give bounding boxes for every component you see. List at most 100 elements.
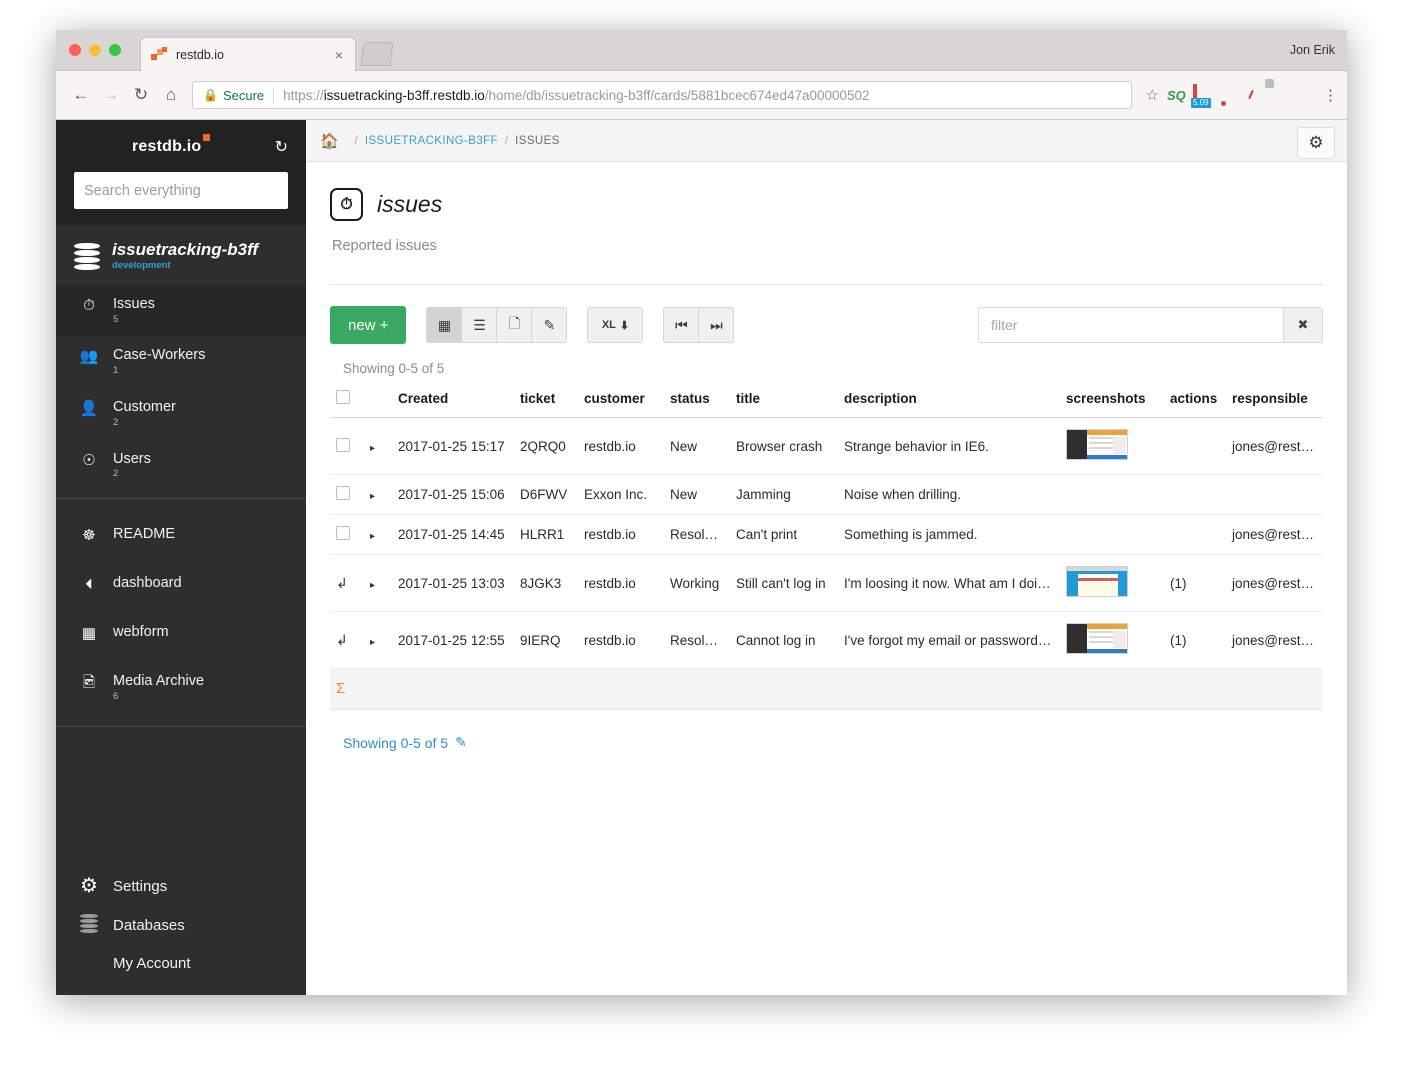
sq-icon[interactable]: SQ <box>1167 86 1186 105</box>
edit-view-button[interactable]: ✎ <box>531 307 568 343</box>
table-toolbar: new + ▦ ☰ 🗋 ✎ XL ⬇ ⏮ ⏭ filter ✖ <box>330 306 1323 344</box>
table-row[interactable]: ▸ 2017-01-25 15:06 D6FWV Exxon Inc. New … <box>330 474 1323 515</box>
filter-input[interactable] <box>978 307 1283 343</box>
browser-tab[interactable]: restdb.io × <box>140 37 356 71</box>
database-header[interactable]: issuetracking-b3ff development <box>56 225 306 285</box>
close-window-button[interactable] <box>69 44 81 56</box>
chevron-right-icon[interactable]: ▸ <box>370 491 375 502</box>
column-header-responsible[interactable]: responsible <box>1226 384 1323 418</box>
showing-count-bottom[interactable]: Showing 0-5 of 5 ✎ <box>343 734 467 751</box>
sidebar-item-case-workers[interactable]: 👥 Case-Workers 1 <box>56 336 306 388</box>
column-header-actions[interactable]: actions <box>1164 384 1226 418</box>
cell-responsible: jones@restdb.io Jonnie C <box>1226 417 1323 475</box>
gauge-icon[interactable] <box>1245 86 1264 105</box>
cell-status: Resolved <box>664 611 730 669</box>
browser-toolbar: ← → ↻ ⌂ 🔒 Secure https://issuetracking-b… <box>56 71 1347 120</box>
report-view-button[interactable]: 🗋 <box>496 307 533 343</box>
gear-icon: ⚙ <box>80 875 98 897</box>
chevron-right-icon[interactable]: ▸ <box>370 531 375 542</box>
reload-icon[interactable]: ↻ <box>126 80 156 110</box>
sidebar-item-issues[interactable]: ⏱ Issues 5 <box>56 284 306 337</box>
sidebar-item-databases[interactable]: Databases <box>56 905 306 946</box>
sidebar-item-webform[interactable]: ▦ webform <box>56 609 306 658</box>
restdb-brand[interactable]: restdb.io <box>132 134 211 156</box>
screenshot-thumbnail[interactable] <box>1066 429 1128 460</box>
minimize-window-button[interactable] <box>89 44 101 56</box>
table-row[interactable]: ▸ 2017-01-25 14:45 HLRR1 restdb.io Resol… <box>330 514 1323 555</box>
row-checkbox[interactable] <box>336 526 350 540</box>
home-icon[interactable]: ⌂ <box>156 80 186 110</box>
new-record-button[interactable]: new + <box>330 306 407 344</box>
page-header: ⏱ issues <box>330 188 1323 221</box>
refresh-icon[interactable]: ↻ <box>275 137 288 157</box>
sidebar-item-media-archive[interactable]: 🖻 Media Archive 6 <box>56 658 306 718</box>
url-text: https://issuetracking-b3ff.restdb.io/hom… <box>283 88 869 103</box>
search-input[interactable] <box>74 172 288 209</box>
sidebar-item-label: Settings <box>113 878 168 895</box>
screenshot-thumbnail[interactable] <box>1066 623 1128 654</box>
list-view-button[interactable]: ☰ <box>461 307 498 343</box>
page-settings-gear-icon[interactable]: ⚙ <box>1297 127 1335 159</box>
row-checkbox[interactable] <box>336 486 350 500</box>
row-checkbox[interactable] <box>336 437 350 452</box>
table-row[interactable]: ↳ ▸ 2017-01-25 13:03 8JGK3 restdb.io Wor… <box>330 554 1323 612</box>
back-icon[interactable]: ← <box>66 80 96 110</box>
chevron-right-icon[interactable]: ▸ <box>370 443 375 454</box>
screenshot-thumbnail[interactable] <box>1066 566 1128 597</box>
column-header-title[interactable]: title <box>730 384 838 418</box>
sidebar-item-readme[interactable]: ☸ README <box>56 511 306 560</box>
sidebar-item-dashboard[interactable]: ⏴ dashboard <box>56 560 306 609</box>
row-select-cell <box>330 514 364 555</box>
sidebar-item-settings[interactable]: ⚙ Settings <box>56 868 306 905</box>
table-row[interactable]: ▸ 2017-01-25 15:17 2QRQ0 restdb.io New B… <box>330 417 1323 475</box>
cell-screenshots <box>1060 474 1164 515</box>
color-wheel-icon[interactable] <box>1297 86 1316 105</box>
cell-customer: restdb.io <box>578 514 664 555</box>
table-view-button[interactable]: ▦ <box>426 307 463 343</box>
chevron-right-icon[interactable]: ▸ <box>370 637 375 648</box>
page-title: issues <box>377 191 443 217</box>
sidebar-item-my-account[interactable]: My Account <box>56 946 306 981</box>
close-icon[interactable]: × <box>331 48 347 62</box>
home-icon[interactable]: 🏠 <box>320 132 339 150</box>
rainbow-badge-icon[interactable]: 5.09 <box>1191 83 1212 108</box>
browser-menu-icon[interactable]: ⋮ <box>1323 88 1338 103</box>
cell-ticket: 9IERQ <box>514 611 578 669</box>
google-docs-icon[interactable] <box>1271 86 1290 105</box>
breadcrumb-item-database[interactable]: ISSUETRACKING-B3FF <box>365 135 498 147</box>
cell-ticket: 2QRQ0 <box>514 417 578 475</box>
dashboard-icon: ⏴ <box>85 576 93 594</box>
maximize-window-button[interactable] <box>109 44 121 56</box>
evernote-icon[interactable] <box>1219 86 1238 105</box>
bookmark-star-icon[interactable]: ☆ <box>1146 86 1159 104</box>
column-header-customer[interactable]: customer <box>578 384 664 418</box>
secure-label: Secure <box>222 87 265 103</box>
table-row[interactable]: ↳ ▸ 2017-01-25 12:55 9IERQ restdb.io Res… <box>330 611 1323 669</box>
chevron-right-icon[interactable]: ▸ <box>370 580 375 591</box>
export-excel-button[interactable]: XL ⬇ <box>587 307 644 343</box>
new-tab-button[interactable] <box>360 42 394 66</box>
column-header-status[interactable]: status <box>664 384 730 418</box>
first-page-button[interactable]: ⏮ <box>663 307 700 343</box>
column-header-created[interactable]: Created <box>392 384 514 418</box>
edit-pagination-icon[interactable]: ✎ <box>455 734 467 751</box>
column-header-ticket[interactable]: ticket <box>514 384 578 418</box>
clear-filter-button[interactable]: ✖ <box>1283 307 1323 343</box>
cell-created: 2017-01-25 14:45 <box>392 514 514 555</box>
last-page-button[interactable]: ⏭ <box>698 307 735 343</box>
sidebar-footer: ⚙ Settings Databases My Account <box>56 858 306 995</box>
cell-screenshots <box>1060 611 1164 669</box>
cell-actions <box>1164 417 1226 475</box>
forward-icon[interactable]: → <box>96 80 126 110</box>
sidebar-item-customer[interactable]: 👤 Customer 2 <box>56 388 306 440</box>
address-bar[interactable]: 🔒 Secure https://issuetracking-b3ff.rest… <box>192 81 1132 109</box>
column-header-description[interactable]: description <box>838 384 1060 418</box>
column-header-screenshots[interactable]: screenshots <box>1060 384 1164 418</box>
chrome-profile-label[interactable]: Jon Erik <box>1290 43 1335 57</box>
sidebar: restdb.io ↻ issuetracking-b3ff developme… <box>56 120 306 995</box>
window-controls[interactable] <box>69 44 121 56</box>
export-button-group: XL ⬇ <box>587 307 644 343</box>
sidebar-item-users[interactable]: ☉ Users 2 <box>56 440 306 499</box>
sum-icon[interactable]: Σ <box>336 680 345 697</box>
select-all-checkbox[interactable] <box>336 390 350 404</box>
